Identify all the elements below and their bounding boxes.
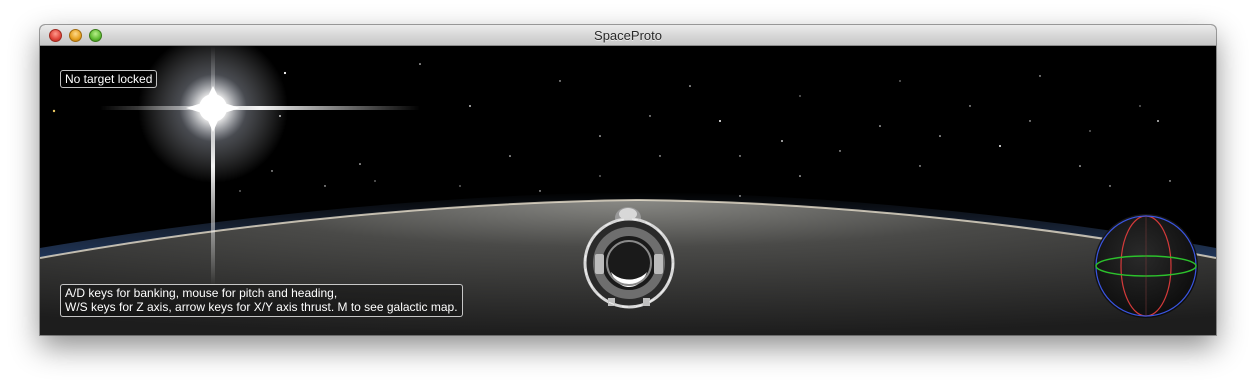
target-status: No target locked bbox=[60, 70, 158, 88]
title-bar[interactable]: SpaceProto bbox=[40, 25, 1216, 46]
app-window: SpaceProto No target locked A/D keys for… bbox=[40, 25, 1216, 335]
window-title: SpaceProto bbox=[594, 28, 662, 43]
orientation-gyroscope bbox=[1094, 214, 1198, 318]
help-line-2: W/S keys for Z axis, arrow keys for X/Y … bbox=[65, 300, 458, 314]
game-viewport[interactable]: No target locked A/D keys for banking, m… bbox=[40, 46, 1216, 335]
controls-help: A/D keys for banking, mouse for pitch an… bbox=[60, 284, 463, 317]
help-line-1: A/D keys for banking, mouse for pitch an… bbox=[65, 286, 338, 300]
